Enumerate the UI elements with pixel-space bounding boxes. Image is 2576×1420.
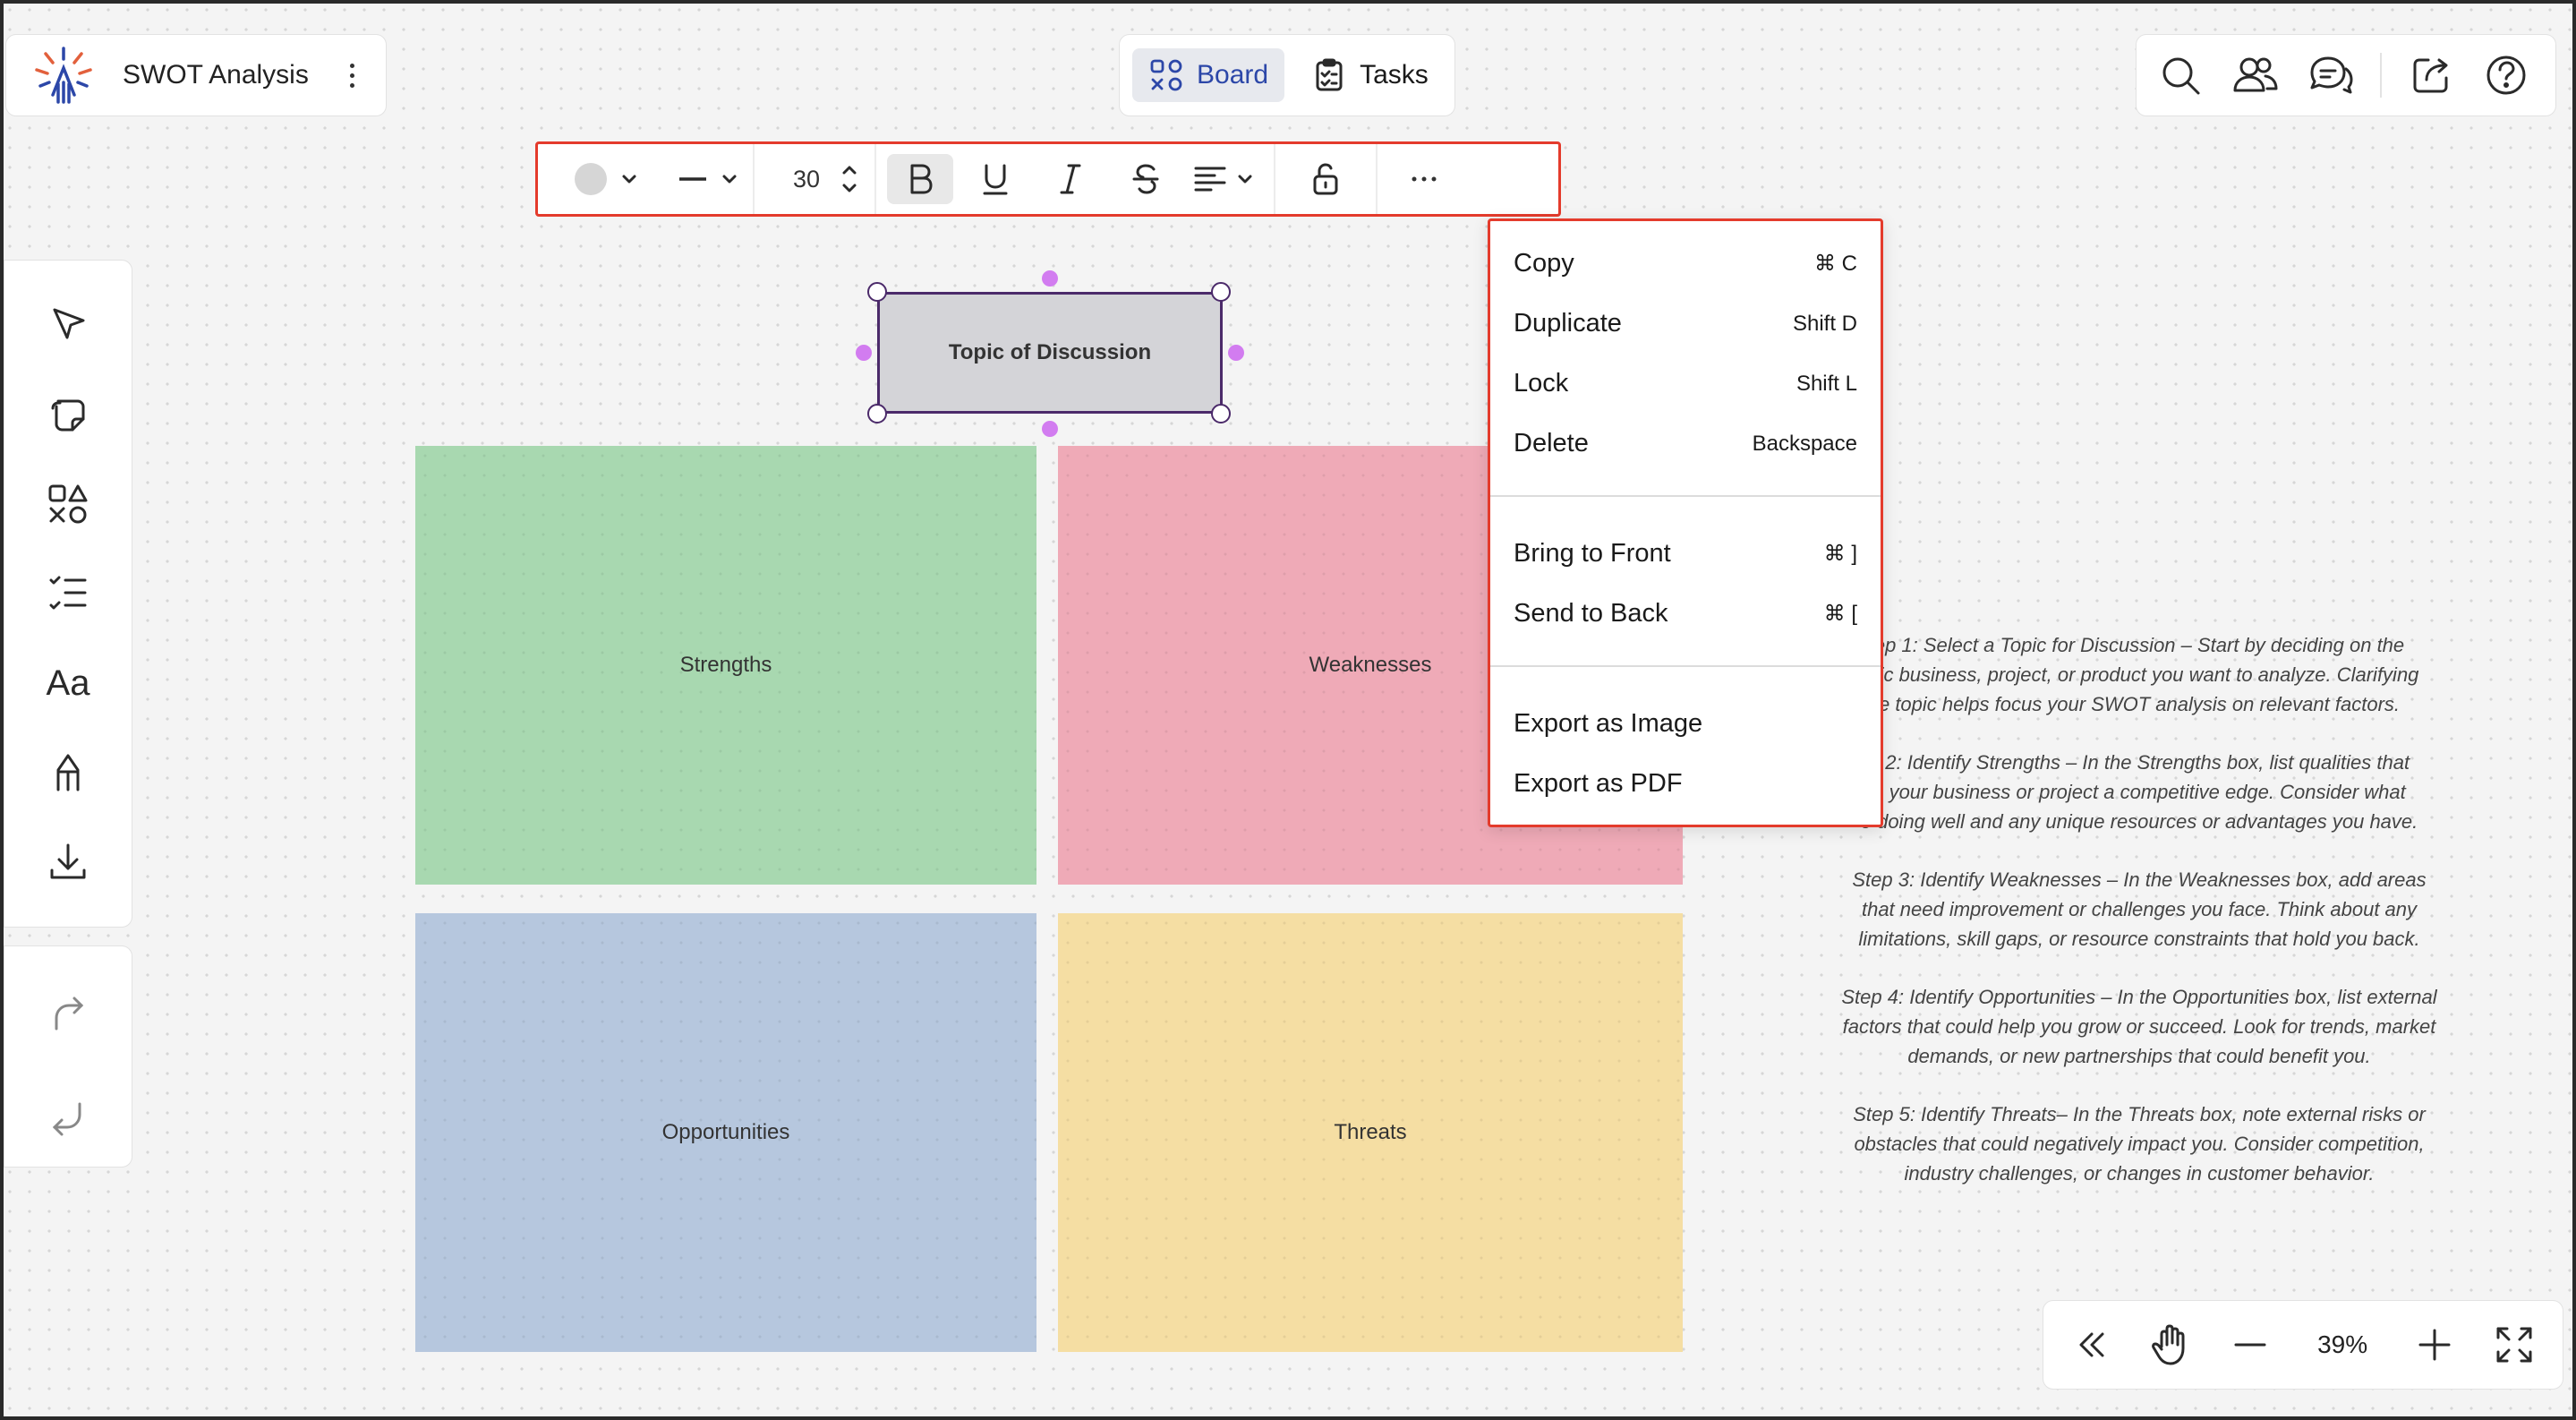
view-switcher: Board Tasks xyxy=(1119,34,1455,116)
select-icon[interactable] xyxy=(32,289,104,361)
font-size-input[interactable]: 30 xyxy=(780,166,833,193)
menu-item-send-to-back[interactable]: Send to Back ⌘ [ xyxy=(1490,584,1881,644)
tab-board[interactable]: Board xyxy=(1132,48,1285,102)
strikethrough-button[interactable] xyxy=(1113,154,1179,204)
topic-label: Topic of Discussion xyxy=(948,340,1152,364)
comments-icon[interactable] xyxy=(2305,49,2357,101)
opportunities-label: Opportunities xyxy=(661,1120,790,1144)
menu-item-duplicate[interactable]: Duplicate Shift D xyxy=(1490,294,1881,354)
text-icon[interactable]: Aa xyxy=(32,647,104,719)
resize-handle-bottom-right[interactable] xyxy=(1211,404,1231,423)
hand-pan-icon[interactable] xyxy=(2144,1318,2197,1372)
undo-icon[interactable] xyxy=(32,1090,104,1149)
stroke-style-button[interactable] xyxy=(678,154,708,204)
threats-quadrant[interactable]: Threats xyxy=(1058,913,1683,1352)
chevron-down-icon xyxy=(1238,175,1252,184)
tab-tasks-label: Tasks xyxy=(1360,60,1429,90)
collapse-icon[interactable] xyxy=(2065,1318,2119,1372)
menu-item-copy[interactable]: Copy ⌘ C xyxy=(1490,234,1881,294)
font-size-group: 30 xyxy=(755,144,876,214)
resize-handle-top-right[interactable] xyxy=(1211,282,1231,302)
font-size-stepper[interactable] xyxy=(840,162,858,196)
connector-handle-left[interactable] xyxy=(856,345,872,361)
users-icon[interactable] xyxy=(2230,49,2282,101)
underline-button[interactable] xyxy=(962,154,1028,204)
opportunities-quadrant[interactable]: Opportunities xyxy=(415,913,1036,1352)
topic-box-selected[interactable]: Topic of Discussion xyxy=(877,292,1223,414)
tools-sidebar: Aa xyxy=(4,260,132,928)
toolbar-divider xyxy=(2380,53,2382,98)
more-group xyxy=(1378,144,1471,214)
menu-item-export-image[interactable]: Export as Image xyxy=(1490,694,1881,754)
checklist-icon[interactable] xyxy=(32,558,104,629)
menu-item-export-pdf[interactable]: Export as PDF xyxy=(1490,754,1881,814)
fill-color-group xyxy=(538,144,755,214)
title-panel: SWOT Analysis xyxy=(5,34,387,116)
resize-handle-bottom-left[interactable] xyxy=(867,404,887,423)
search-icon[interactable] xyxy=(2154,49,2206,101)
weaknesses-label: Weaknesses xyxy=(1309,653,1432,677)
connector-handle-top[interactable] xyxy=(1042,270,1058,287)
menu-item-bring-to-front[interactable]: Bring to Front ⌘ ] xyxy=(1490,524,1881,584)
tab-tasks[interactable]: Tasks xyxy=(1295,48,1445,102)
history-panel xyxy=(4,945,132,1168)
text-format-group xyxy=(876,144,1275,214)
fill-color-button[interactable] xyxy=(574,154,608,204)
menu-item-delete[interactable]: Delete Backspace xyxy=(1490,414,1881,474)
bold-button[interactable] xyxy=(887,154,953,204)
menu-item-lock[interactable]: Lock Shift L xyxy=(1490,354,1881,414)
format-toolbar: 30 xyxy=(535,141,1561,217)
threats-label: Threats xyxy=(1334,1120,1407,1144)
zoom-in-icon[interactable] xyxy=(2408,1318,2461,1372)
zoom-level[interactable]: 39% xyxy=(2302,1330,2383,1359)
align-button[interactable] xyxy=(1188,154,1259,204)
instruction-step: Step 4: Identify Opportunities – In the … xyxy=(1841,986,2437,1067)
share-icon[interactable] xyxy=(2405,49,2457,101)
zoom-controls: 39% xyxy=(2043,1300,2563,1390)
instruction-step: p 2: Identify Strengths – In the Strengt… xyxy=(1860,751,2418,833)
connector-handle-bottom[interactable] xyxy=(1042,421,1058,437)
connector-handle-right[interactable] xyxy=(1228,345,1244,361)
context-menu: Copy ⌘ C Duplicate Shift D Lock Shift L Del… xyxy=(1488,218,1883,827)
top-right-actions xyxy=(2136,34,2556,116)
menu-divider xyxy=(1490,495,1881,497)
redo-icon[interactable] xyxy=(32,984,104,1043)
shapes-icon[interactable] xyxy=(32,468,104,540)
resize-handle-top-left[interactable] xyxy=(867,282,887,302)
sparkle-logo-icon[interactable] xyxy=(28,39,99,111)
fullscreen-icon[interactable] xyxy=(2487,1318,2541,1372)
zoom-out-icon[interactable] xyxy=(2223,1318,2277,1372)
instructions-text[interactable]: ep 1: Select a Topic for Discussion – St… xyxy=(1826,630,2452,1217)
sticky-note-icon[interactable] xyxy=(32,379,104,450)
align-left-icon xyxy=(1194,167,1226,192)
chevron-up-icon[interactable] xyxy=(840,162,858,176)
lock-group xyxy=(1275,144,1378,214)
download-icon[interactable] xyxy=(32,826,104,898)
chevron-down-icon[interactable] xyxy=(840,182,858,196)
chevron-down-icon[interactable] xyxy=(721,154,738,204)
strengths-quadrant[interactable]: Strengths xyxy=(415,446,1036,885)
board-title[interactable]: SWOT Analysis xyxy=(123,60,309,90)
board-menu-button[interactable] xyxy=(343,57,361,93)
instruction-step: Step 5: Identify Threats– In the Threats… xyxy=(1853,1103,2426,1185)
help-icon[interactable] xyxy=(2480,49,2532,101)
chevron-down-icon[interactable] xyxy=(620,154,638,204)
strengths-label: Strengths xyxy=(679,653,772,677)
instruction-step: Step 3: Identify Weaknesses – In the Wea… xyxy=(1852,868,2427,950)
board-icon xyxy=(1148,57,1184,93)
tasks-icon xyxy=(1311,57,1347,93)
tab-board-label: Board xyxy=(1197,60,1269,90)
unlock-icon[interactable] xyxy=(1299,154,1352,204)
italic-button[interactable] xyxy=(1037,154,1104,204)
instruction-step: ep 1: Select a Topic for Discussion – St… xyxy=(1859,634,2419,715)
more-options-icon[interactable] xyxy=(1399,154,1449,204)
pen-icon[interactable] xyxy=(32,737,104,808)
menu-divider xyxy=(1490,665,1881,667)
